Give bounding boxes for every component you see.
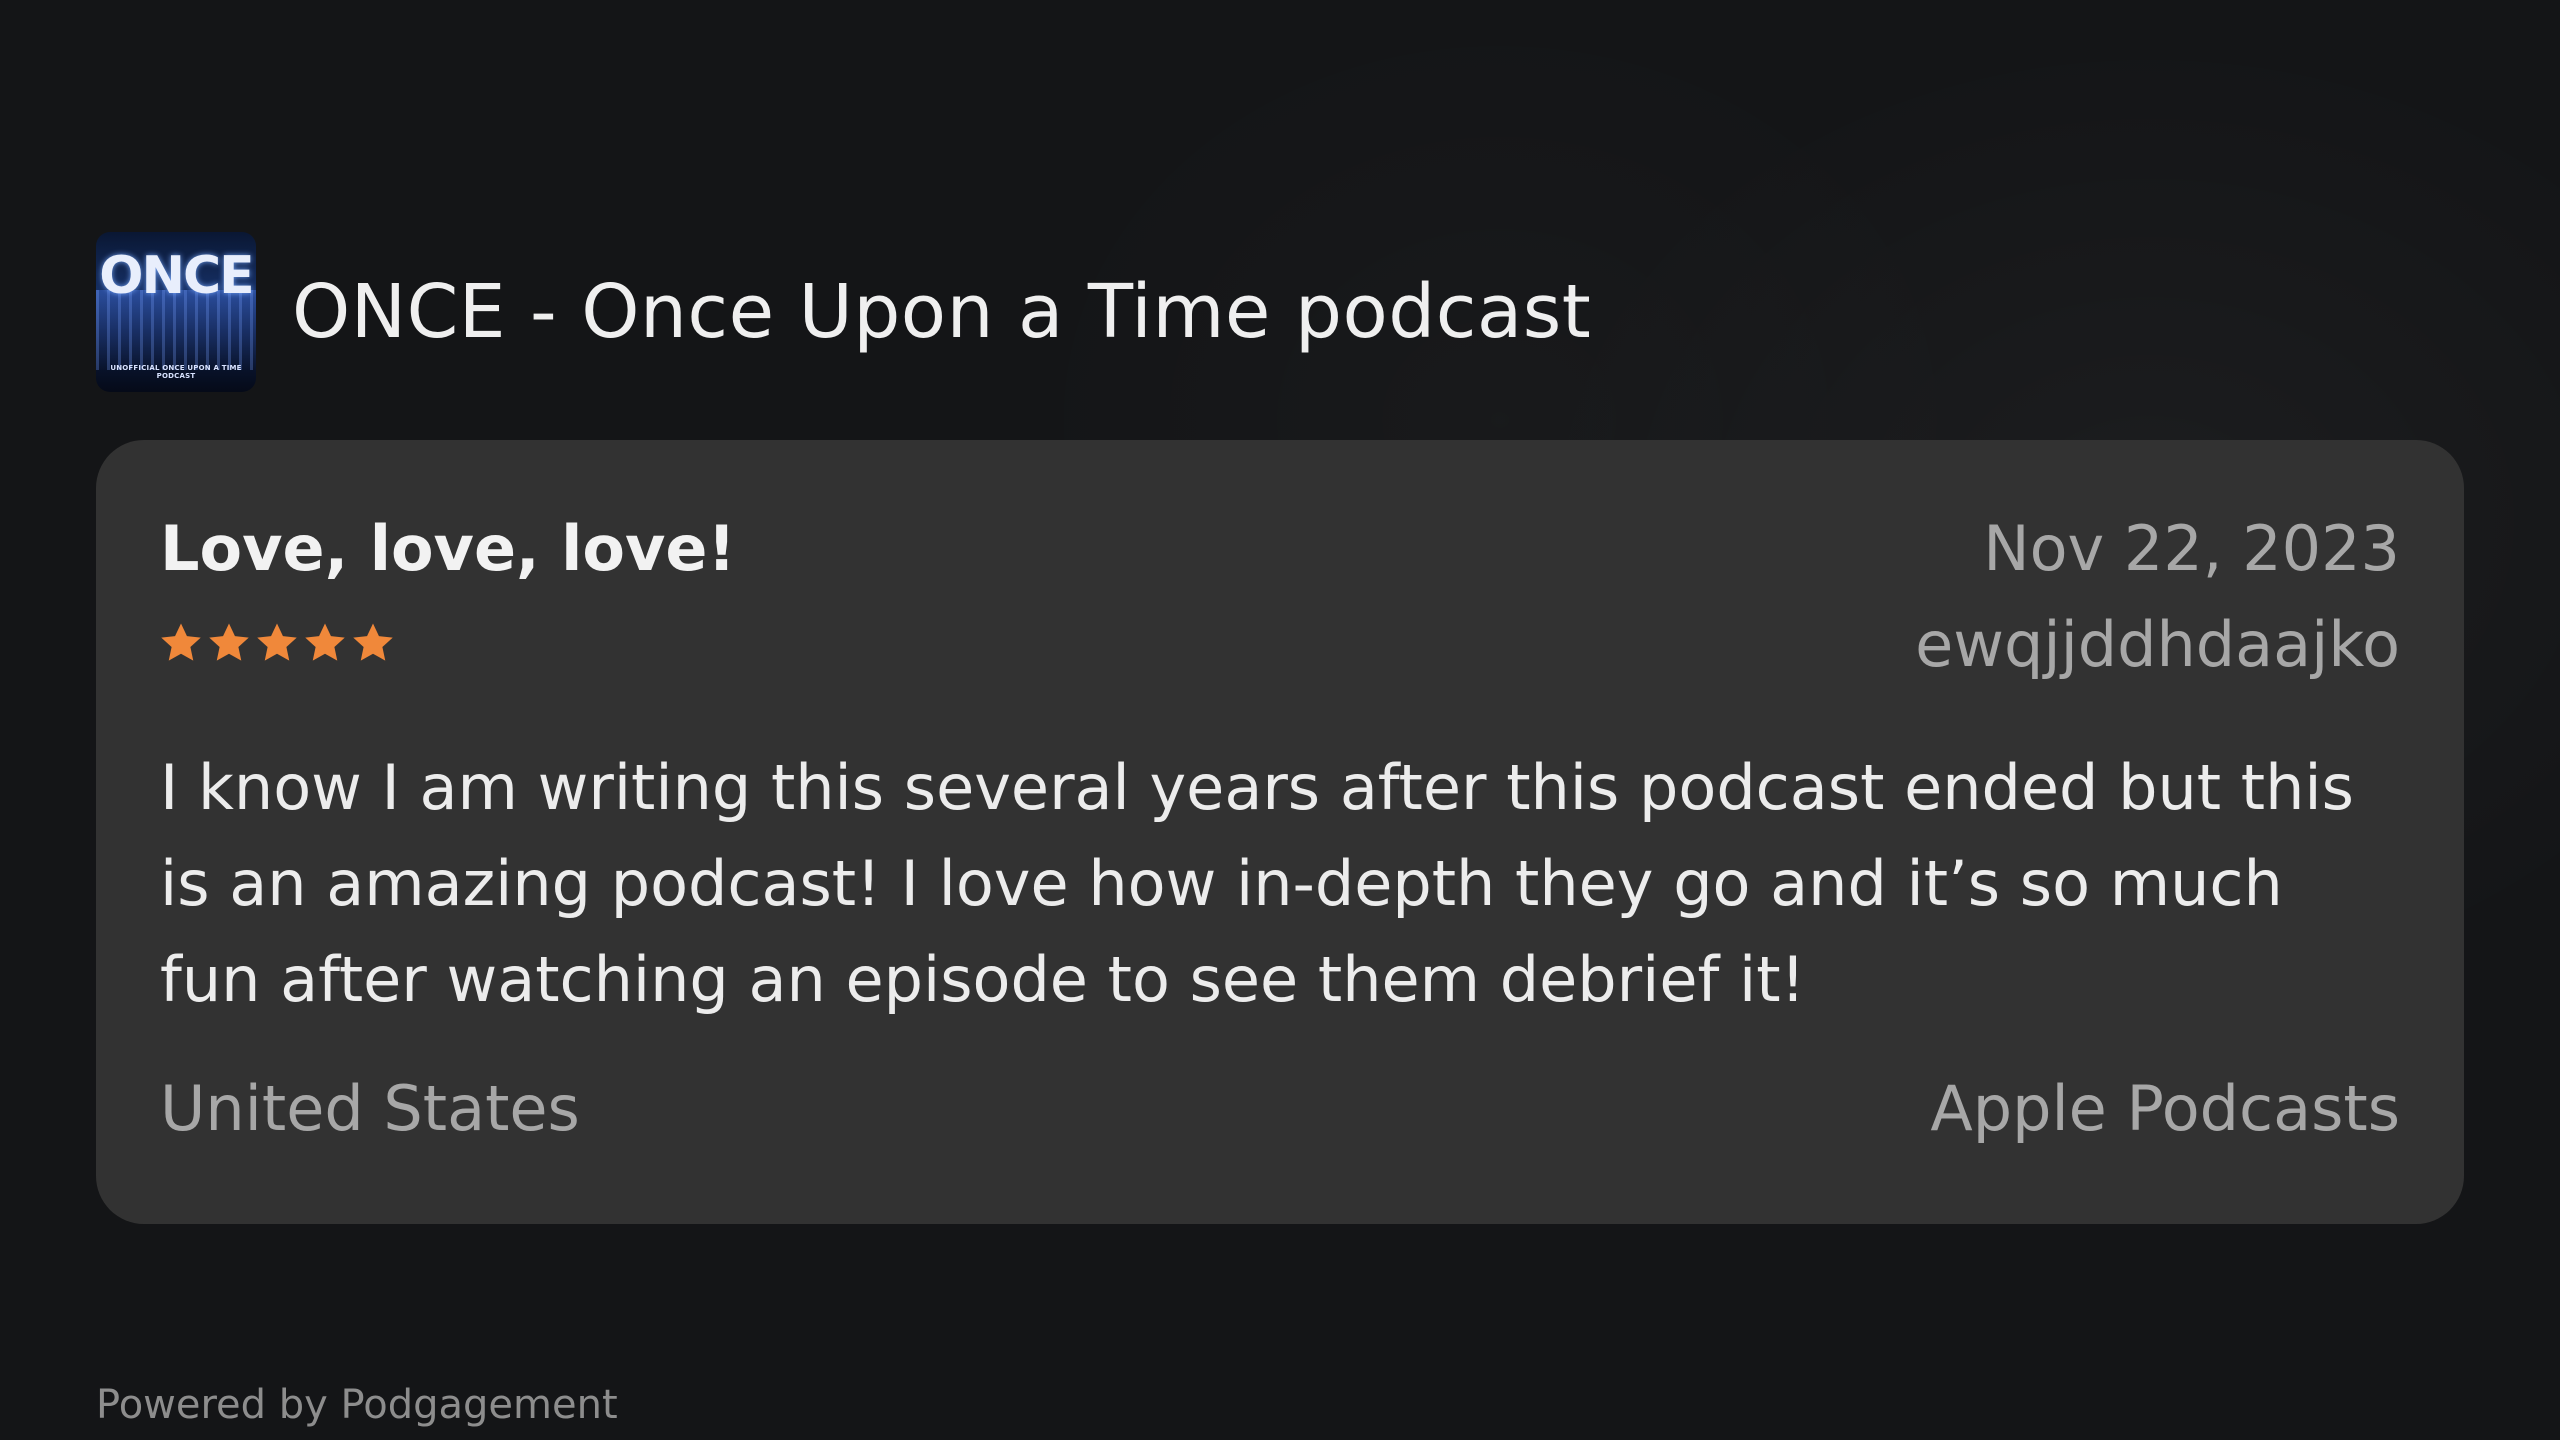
review-platform: Apple Podcasts bbox=[1930, 1072, 2400, 1145]
podcast-cover-art: ONCE UNOFFICIAL ONCE UPON A TIME PODCAST bbox=[96, 232, 256, 392]
star-icon bbox=[257, 623, 297, 661]
podcast-title: ONCE - Once Upon a Time podcast bbox=[292, 269, 1592, 355]
review-author: ewqjjddhdaajko bbox=[1915, 608, 2400, 681]
podcast-header: ONCE UNOFFICIAL ONCE UPON A TIME PODCAST… bbox=[96, 232, 1591, 392]
review-date: Nov 22, 2023 bbox=[1983, 512, 2400, 585]
star-rating bbox=[158, 620, 396, 666]
review-country: United States bbox=[160, 1072, 580, 1145]
review-card: Love, love, love! Nov 22, 2023 ewqjjddhd… bbox=[96, 440, 2464, 1224]
review-title: Love, love, love! bbox=[160, 512, 736, 585]
star-icon bbox=[209, 623, 249, 661]
star-icon bbox=[161, 623, 201, 661]
star-icon bbox=[353, 623, 393, 661]
powered-by-footer: Powered by Podgagement bbox=[96, 1382, 618, 1428]
star-icon bbox=[305, 623, 345, 661]
cover-logo-text: ONCE bbox=[99, 246, 254, 306]
review-body: I know I am writing this several years a… bbox=[160, 751, 2354, 1016]
cover-subtitle-text: UNOFFICIAL ONCE UPON A TIME PODCAST bbox=[110, 364, 242, 380]
review-widget: ONCE UNOFFICIAL ONCE UPON A TIME PODCAST… bbox=[0, 0, 2560, 1440]
